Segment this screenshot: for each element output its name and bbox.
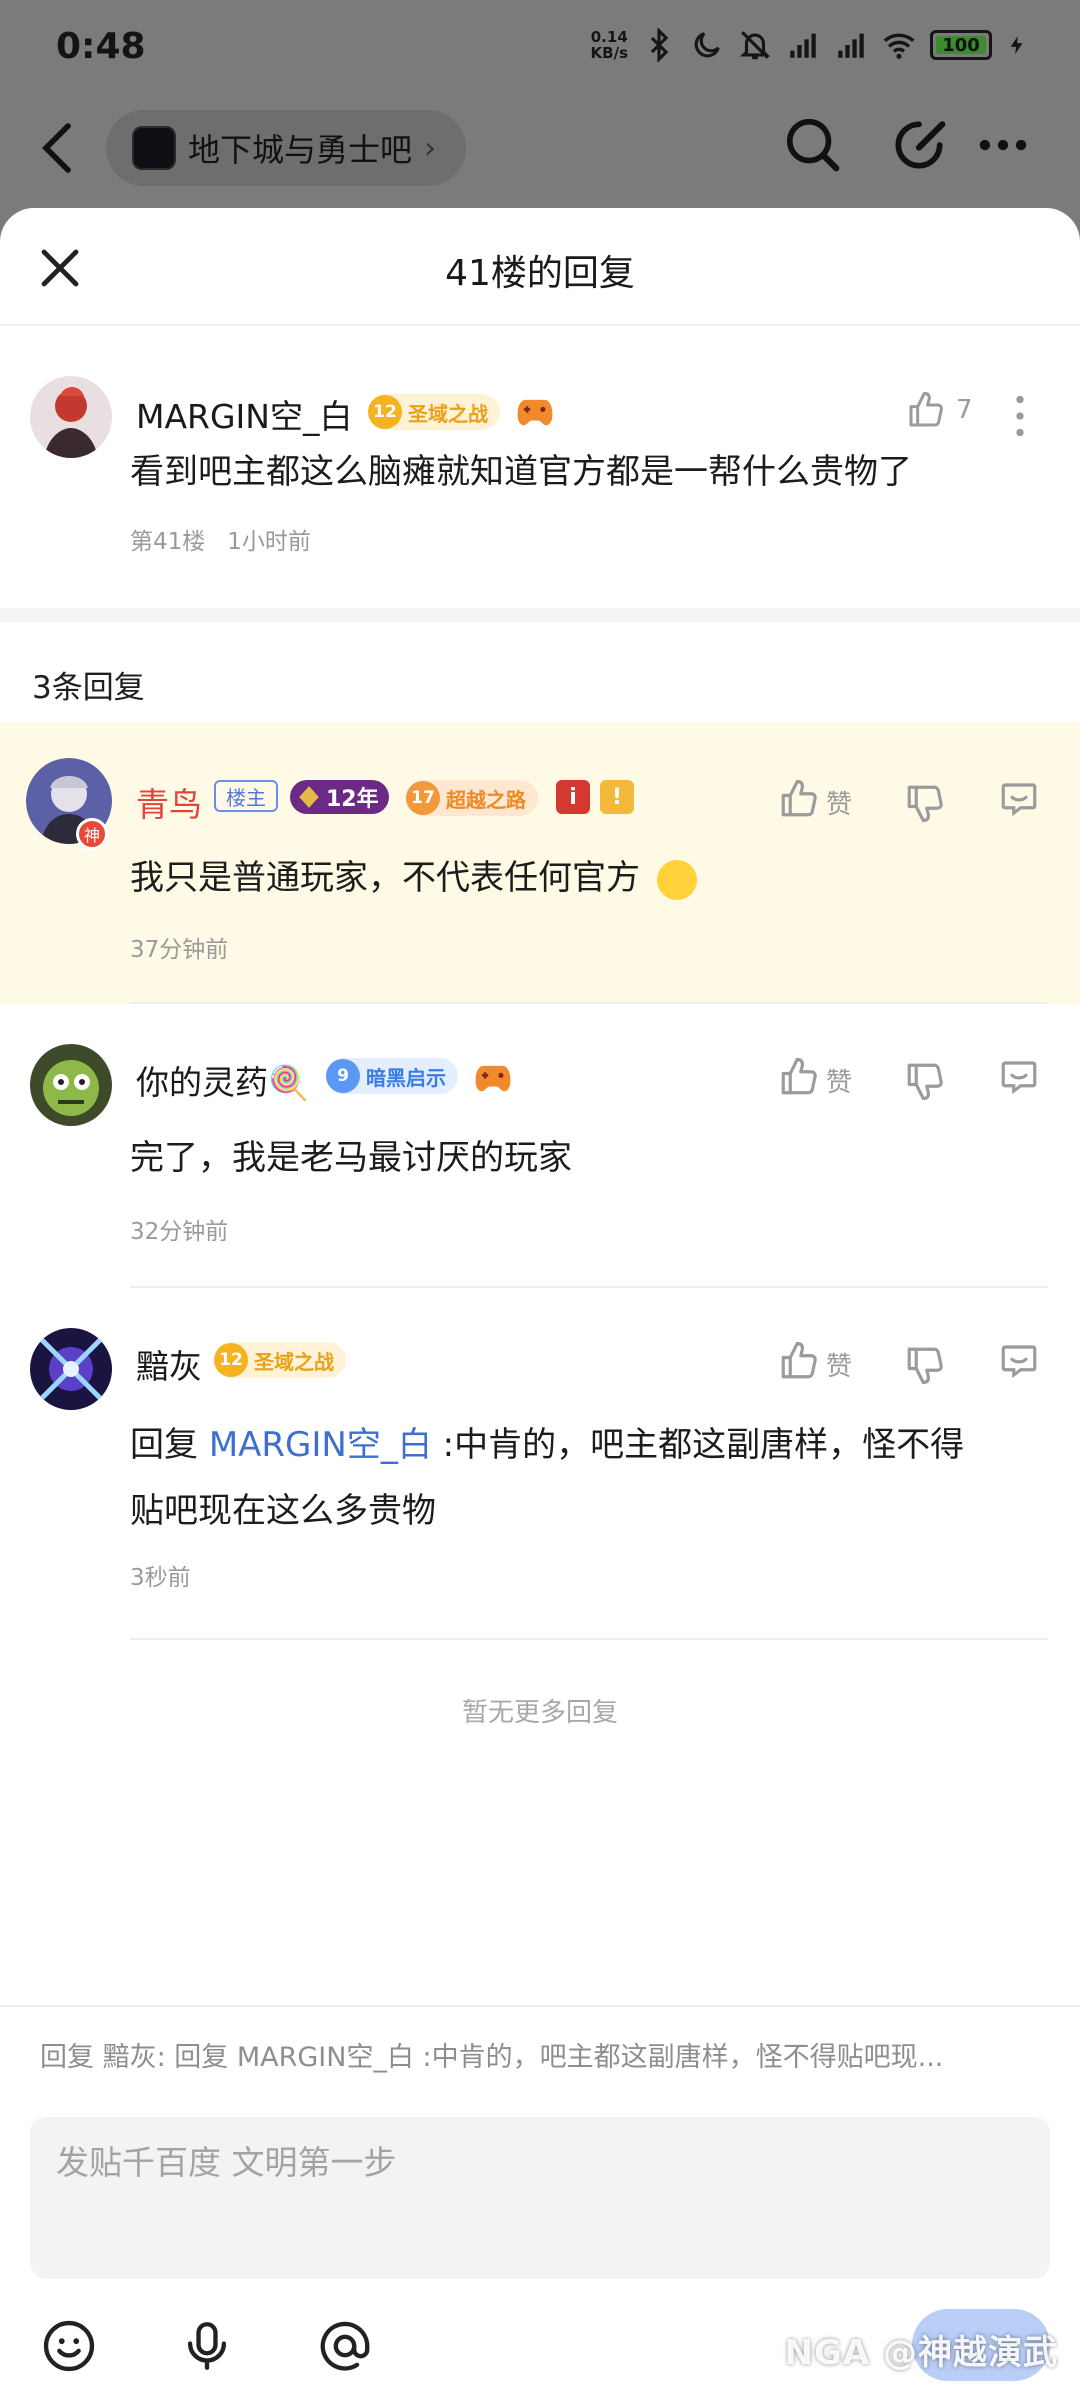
level-badge: 17 超越之路 [406, 780, 538, 816]
thumbs-down-icon[interactable] [904, 1344, 946, 1386]
diamond-icon [299, 786, 319, 808]
floor-number: 第41楼 [130, 529, 206, 555]
signal-1-icon [790, 33, 816, 58]
comment-icon[interactable] [998, 778, 1040, 820]
reply-hint: 回复 黯灰: 回复 MARGIN空_白 :中肯的，吧主都这副唐样，怪不得贴吧现.… [40, 2042, 944, 2073]
gamepad-icon [475, 1065, 511, 1092]
reply-count: 3条回复 [32, 670, 145, 706]
post-content: 看到吧主都这么脑瘫就知道官方都是一帮什么贵物了 [130, 452, 912, 492]
main-post: MARGIN空_白 12 圣域之战 7 看到吧主都这么脑瘫就知道官方都是一帮什么… [0, 326, 1080, 608]
more-icon[interactable] [972, 114, 1034, 176]
username[interactable]: 你的灵药🍭 [136, 1056, 309, 1104]
warning-badge-icon: ! [600, 780, 634, 814]
avatar[interactable] [30, 376, 112, 458]
mention-link[interactable]: MARGIN空_白 [209, 1425, 432, 1465]
watermark: NGA @神越演武 [784, 2333, 1058, 2373]
reply-item: 神 青鸟 楼主 12年 17 超越之路 i ! 赞 我只是普通玩家，不代表任何官… [0, 722, 1080, 1004]
like-label[interactable]: 赞 [826, 1346, 852, 1383]
wifi-icon [883, 33, 915, 59]
username[interactable]: 黯灰 [136, 1340, 202, 1388]
owner-tag: 楼主 [214, 780, 278, 812]
thumbs-up-icon [909, 391, 943, 427]
composer: 回复 黯灰: 回复 MARGIN空_白 :中肯的，吧主都这副唐样，怪不得贴吧现.… [0, 2005, 1080, 2400]
signal-2-icon [838, 33, 864, 58]
top-nav: 地下城与勇士吧 › [0, 100, 1080, 210]
comment-icon[interactable] [998, 1056, 1040, 1098]
god-badge: 神 [76, 818, 108, 850]
emoji-icon[interactable] [40, 2317, 98, 2375]
back-icon[interactable] [34, 118, 82, 178]
thumbs-up-icon[interactable] [778, 778, 820, 820]
reply-input-box[interactable] [30, 2117, 1050, 2279]
reply-item: 黯灰 12 圣域之战 赞 回复 MARGIN空_白 :中肯的，吧主都这副唐样，怪… [0, 1288, 1080, 1640]
reply-content: 完了，我是老马最讨厌的玩家 [130, 1138, 572, 1178]
level-badge: 12 圣域之战 [214, 1342, 346, 1378]
status-time: 0:48 [56, 26, 146, 67]
mute-bell-icon [739, 31, 771, 60]
level-badge: 12 圣域之战 [368, 394, 500, 430]
search-icon[interactable] [782, 114, 844, 176]
net-speed: 0.14 KB/s [590, 28, 628, 62]
charging-icon [1010, 35, 1023, 55]
avatar[interactable] [30, 1328, 112, 1410]
thumbs-up-icon[interactable] [778, 1340, 820, 1382]
status-bar: 0:48 0.14 KB/s 100 [0, 0, 1080, 100]
edit-icon[interactable] [888, 114, 950, 176]
chevron-right-icon: › [424, 130, 437, 166]
at-mention-icon[interactable] [316, 2317, 374, 2375]
reply-sheet: 41楼的回复 MARGIN空_白 12 圣域之战 7 看到吧主都这么脑瘫就知道官… [0, 208, 1080, 2400]
gamepad-icon [517, 399, 553, 426]
bluetooth-icon [650, 28, 669, 62]
post-meta: 第41楼 1小时前 [130, 522, 311, 556]
level-badge: 9 暗黑启示 [326, 1058, 458, 1094]
years-badge: 12年 [290, 780, 389, 814]
status-icons: 0.14 KB/s 100 [591, 28, 1028, 62]
comment-icon[interactable] [998, 1340, 1040, 1382]
microphone-icon[interactable] [178, 2317, 236, 2375]
thumbs-down-icon[interactable] [904, 782, 946, 824]
battery-icon: 100 [930, 30, 992, 60]
like-label[interactable]: 赞 [826, 1062, 852, 1099]
avatar[interactable] [30, 1044, 112, 1126]
section-divider [0, 608, 1080, 622]
more-vertical-icon[interactable] [1014, 394, 1026, 438]
no-more-replies: 暂无更多回复 [461, 1698, 618, 1728]
username[interactable]: MARGIN空_白 [136, 390, 352, 438]
forum-name: 地下城与勇士吧 [188, 131, 413, 169]
reply-content: 回复 MARGIN空_白 :中肯的，吧主都这副唐样，怪不得 贴吧现在这么多贵物 [130, 1425, 965, 1531]
moon-icon [694, 32, 720, 58]
sheet-title: 41楼的回复 [445, 253, 635, 294]
reply-input[interactable] [56, 2143, 1024, 2182]
forum-logo [132, 126, 176, 170]
smug-emoji-icon [656, 859, 697, 900]
reply-content: 我只是普通玩家，不代表任何官方 [130, 854, 697, 902]
reply-item: 你的灵药🍭 9 暗黑启示 赞 完了，我是老马最讨厌的玩家 32分钟前 [0, 1004, 1080, 1288]
forum-chip[interactable]: 地下城与勇士吧 › [106, 110, 467, 186]
like-label[interactable]: 赞 [826, 784, 852, 821]
reply-time: 3秒前 [130, 1565, 191, 1591]
post-time: 1小时前 [227, 529, 311, 555]
divider [130, 1638, 1048, 1640]
reply-time: 37分钟前 [130, 937, 229, 963]
like-count: 7 [956, 395, 973, 425]
sheet-header: 41楼的回复 [0, 208, 1080, 326]
thumbs-up-icon[interactable] [778, 1056, 820, 1098]
like-button[interactable]: 7 [906, 390, 973, 430]
info-badge-icon: i [556, 780, 590, 814]
username[interactable]: 青鸟 [136, 778, 202, 826]
reply-time: 32分钟前 [130, 1219, 229, 1245]
thumbs-down-icon[interactable] [904, 1060, 946, 1102]
